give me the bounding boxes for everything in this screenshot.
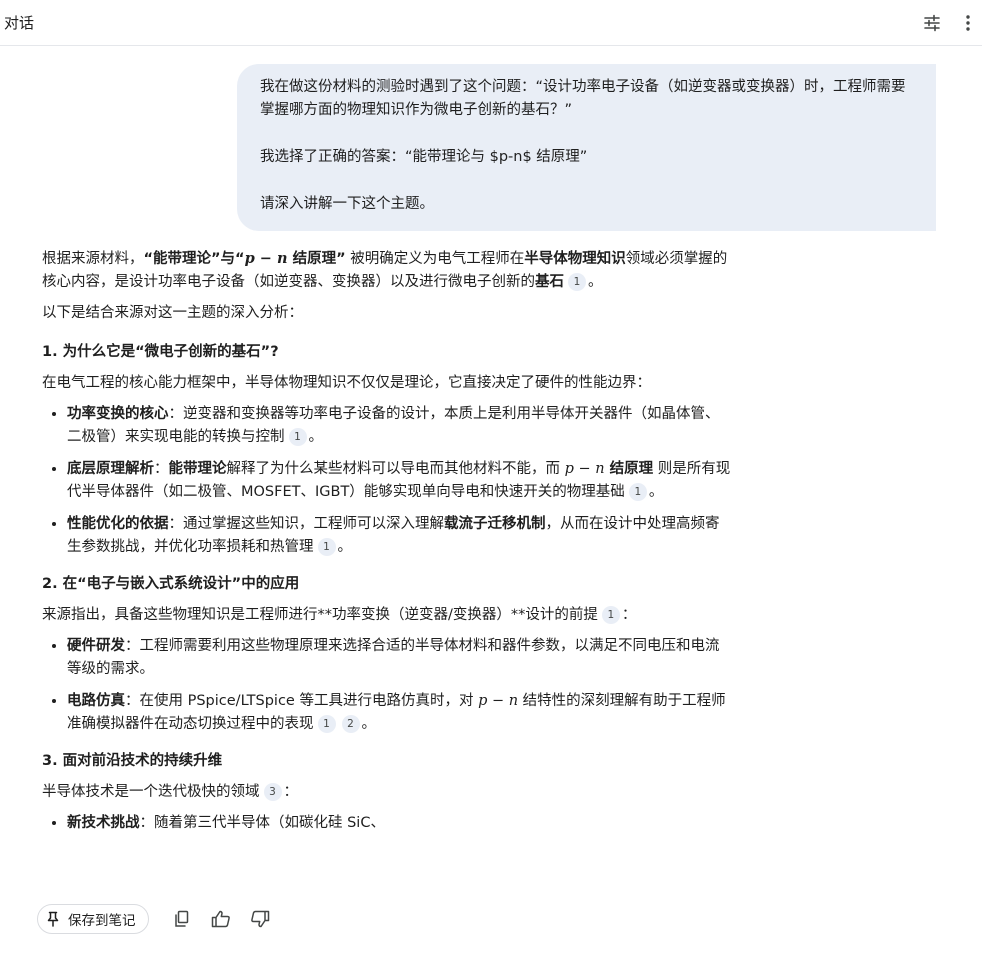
user-message-answer: 我选择了正确的答案：“能带理论与 $p-n$ 结原理” [260, 149, 588, 165]
citation-chip[interactable]: 1 [317, 538, 336, 556]
assistant-response: 根据来源材料，“能带理论”与“p − n 结原理” 被明确定义为电气工程师在半导… [42, 247, 732, 835]
response-paragraph-2: 以下是结合来源对这一主题的深入分析： [42, 305, 303, 321]
citation-chip[interactable]: 1 [601, 606, 620, 624]
list-item: 性能优化的依据：通过掌握这些知识，工程师可以深入理解载流子迁移机制，从而在设计中… [67, 513, 732, 559]
section-heading-1: 1. 为什么它是“微电子创新的基石”? [42, 344, 279, 360]
copy-button[interactable] [169, 906, 195, 932]
section-intro-3: 半导体技术是一个迭代极快的领域 3： [42, 783, 298, 801]
thumb-up-button[interactable] [208, 906, 234, 932]
chat-header: 对话 [0, 0, 982, 46]
list-item: 新技术挑战：随着第三代半导体（如碳化硅 SiC、 [67, 812, 732, 835]
citation-chip[interactable]: 1 [317, 715, 336, 733]
section-heading-3: 3. 面对前沿技术的持续升维 [42, 753, 223, 769]
bullet-list-1: 功率变换的核心：逆变器和变换器等功率电子设备的设计，本质上是利用半导体开关器件（… [42, 403, 732, 559]
section-intro-1: 在电气工程的核心能力框架中，半导体物理知识不仅仅是理论，它直接决定了硬件的性能边… [42, 375, 651, 391]
response-actions: 保存到笔记 [37, 904, 273, 934]
user-message-request: 请深入讲解一下这个主题。 [260, 196, 434, 212]
list-item: 功率变换的核心：逆变器和变换器等功率电子设备的设计，本质上是利用半导体开关器件（… [67, 403, 732, 449]
bullet-list-3: 新技术挑战：随着第三代半导体（如碳化硅 SiC、 [42, 812, 732, 835]
citation-chip[interactable]: 1 [568, 273, 586, 291]
tune-button[interactable] [918, 10, 946, 36]
list-item: 硬件研发：工程师需要利用这些物理原理来选择合适的半导体材料和器件参数，以满足不同… [67, 635, 732, 681]
section-heading-2: 2. 在“电子与嵌入式系统设计”中的应用 [42, 576, 300, 592]
bullet-list-2: 硬件研发：工程师需要利用这些物理原理来选择合适的半导体材料和器件参数，以满足不同… [42, 635, 732, 736]
pin-icon [47, 911, 59, 927]
tune-icon [924, 14, 940, 32]
copy-icon [174, 910, 188, 927]
thumb-down-icon [250, 910, 269, 928]
response-paragraph-1: 根据来源材料，“能带理论”与“p − n 结原理” 被明确定义为电气工程师在半导… [42, 250, 728, 291]
page-title: 对话 [4, 14, 35, 32]
citation-chip[interactable]: 3 [263, 783, 282, 801]
list-item: 电路仿真：在使用 PSpice/LTSpice 等工具进行电路仿真时，对 p −… [67, 690, 732, 736]
citation-chip[interactable]: 2 [341, 715, 360, 733]
list-item: 底层原理解析：能带理论解释了为什么某些材料可以导电而其他材料不能，而 p − n… [67, 458, 732, 504]
save-to-notes-label: 保存到笔记 [68, 913, 136, 929]
more-options-button[interactable] [954, 10, 982, 36]
citation-chip[interactable]: 1 [628, 483, 647, 501]
citation-chip[interactable]: 1 [288, 428, 307, 446]
header-actions [918, 10, 982, 36]
save-to-notes-button[interactable]: 保存到笔记 [37, 904, 149, 934]
thumb-up-icon [211, 910, 230, 928]
user-message-bubble: 我在做这份材料的测验时遇到了这个问题：“设计功率电子设备（如逆变器或变换器）时，… [237, 64, 936, 231]
thumb-down-button[interactable] [247, 906, 273, 932]
user-message-question: 我在做这份材料的测验时遇到了这个问题：“设计功率电子设备（如逆变器或变换器）时，… [260, 79, 906, 118]
more-vert-icon [966, 15, 970, 31]
section-intro-2: 来源指出，具备这些物理知识是工程师进行**功率变换（逆变器/变换器）**设计的前… [42, 606, 637, 624]
